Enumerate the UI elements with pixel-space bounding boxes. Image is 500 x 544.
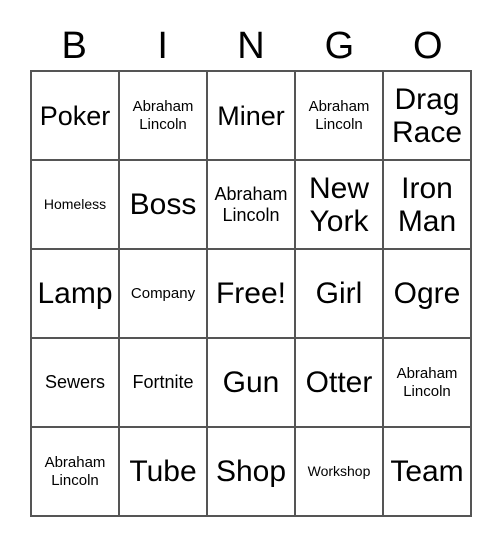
bingo-grid: Poker Abraham Lincoln Miner Abraham Linc… [30,70,472,517]
bingo-header-letter-n: N [237,25,265,67]
bingo-cell-label: Abraham Lincoln [214,183,288,225]
bingo-cell[interactable]: New York [296,161,384,250]
bingo-cell[interactable]: Poker [32,72,120,161]
bingo-cell[interactable]: Sewers [32,339,120,428]
bingo-cell[interactable]: Boss [120,161,208,250]
bingo-cell-label: Abraham Lincoln [308,97,370,133]
bingo-cell-label: Poker [39,100,111,131]
bingo-cell-label: Boss [129,188,197,221]
bingo-header-letter-b: B [61,25,87,67]
bingo-cell[interactable]: Abraham Lincoln [120,72,208,161]
bingo-cell[interactable]: Miner [208,72,296,161]
bingo-cell[interactable]: Homeless [32,161,120,250]
bingo-cell[interactable]: Drag Race [384,72,472,161]
bingo-cell[interactable]: Company [120,250,208,339]
bingo-cell-label: Company [130,284,196,302]
bingo-cell[interactable]: Workshop [296,428,384,517]
bingo-header-letter-i: I [157,25,168,67]
bingo-header-letter-g: G [324,25,355,67]
bingo-cell[interactable]: Abraham Lincoln [296,72,384,161]
bingo-cell-label: Abraham Lincoln [396,364,458,400]
bingo-cell[interactable]: Shop [208,428,296,517]
bingo-row: Sewers Fortnite Gun Otter Abraham Lincol… [32,339,472,428]
bingo-header-row: B I N G O [30,22,472,70]
bingo-row: Homeless Boss Abraham Lincoln New York I… [32,161,472,250]
bingo-cell-label: Sewers [44,372,106,392]
bingo-cell-label: Fortnite [132,372,194,392]
bingo-cell[interactable]: Girl [296,250,384,339]
bingo-cell[interactable]: Abraham Lincoln [32,428,120,517]
bingo-card: B I N G O Poker Abraham Lincoln Miner Ab… [30,22,472,517]
bingo-cell[interactable]: Otter [296,339,384,428]
bingo-cell[interactable]: Ogre [384,250,472,339]
bingo-cell-label: Iron Man [397,171,457,238]
bingo-cell-label: Abraham Lincoln [44,453,106,489]
bingo-cell-label: Tube [129,455,197,488]
bingo-cell-label: Team [390,455,464,488]
bingo-cell-label: Ogre [393,277,461,310]
bingo-cell-label: Drag Race [391,82,463,149]
bingo-cell-label: Workshop [307,463,371,479]
bingo-cell-label: Shop [215,455,287,488]
bingo-cell[interactable]: Abraham Lincoln [384,339,472,428]
bingo-row: Abraham Lincoln Tube Shop Workshop Team [32,428,472,517]
bingo-cell-label: Otter [305,366,373,399]
bingo-cell-label: Girl [315,277,363,310]
bingo-cell-label: Homeless [43,196,107,212]
bingo-cell-label: New York [308,171,369,238]
bingo-cell-label: Abraham Lincoln [132,97,194,133]
bingo-header-letter-o: O [413,25,443,67]
bingo-cell[interactable]: Abraham Lincoln [208,161,296,250]
bingo-cell[interactable]: Lamp [32,250,120,339]
bingo-cell-label: Free! [215,277,287,310]
bingo-cell[interactable]: Tube [120,428,208,517]
bingo-cell-free-space[interactable]: Free! [208,250,296,339]
bingo-cell-label: Gun [222,366,280,399]
bingo-cell-label: Lamp [37,277,113,310]
bingo-row: Poker Abraham Lincoln Miner Abraham Linc… [32,72,472,161]
bingo-cell[interactable]: Fortnite [120,339,208,428]
bingo-cell[interactable]: Gun [208,339,296,428]
bingo-cell[interactable]: Team [384,428,472,517]
bingo-row: Lamp Company Free! Girl Ogre [32,250,472,339]
bingo-cell-label: Miner [217,100,285,131]
bingo-cell[interactable]: Iron Man [384,161,472,250]
